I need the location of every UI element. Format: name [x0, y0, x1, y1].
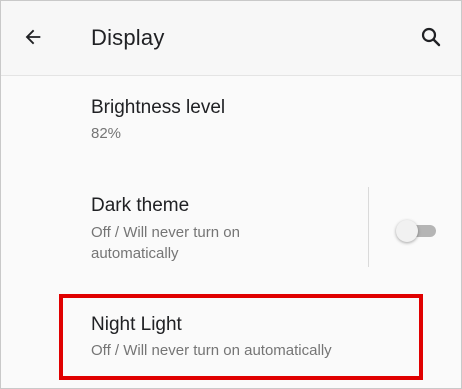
search-icon [421, 27, 441, 47]
divider [368, 187, 369, 267]
setting-dark-theme[interactable]: Dark theme Off / Will never turn on auto… [1, 181, 461, 281]
page-title: Display [91, 25, 165, 50]
app-bar: Display [1, 1, 461, 76]
setting-summary: 82% [91, 125, 122, 142]
setting-title: Brightness level [91, 97, 226, 118]
arrow-back-icon [25, 29, 41, 45]
setting-summary: Off / Will never turn on automatically [91, 342, 332, 359]
dark-theme-toggle[interactable] [396, 220, 438, 242]
display-settings-screen: Display Brightness level 82% Dark theme … [0, 0, 462, 389]
search-button[interactable] [411, 19, 451, 55]
setting-title: Night Light [91, 314, 182, 335]
back-button[interactable] [11, 19, 55, 55]
setting-title: Dark theme [91, 195, 190, 216]
toggle-thumb [396, 220, 418, 242]
setting-brightness-level[interactable]: Brightness level 82% [1, 75, 461, 175]
setting-night-light[interactable]: Night Light Off / Will never turn on aut… [1, 294, 461, 384]
setting-summary: Off / Will never turn on automatically [91, 224, 240, 262]
